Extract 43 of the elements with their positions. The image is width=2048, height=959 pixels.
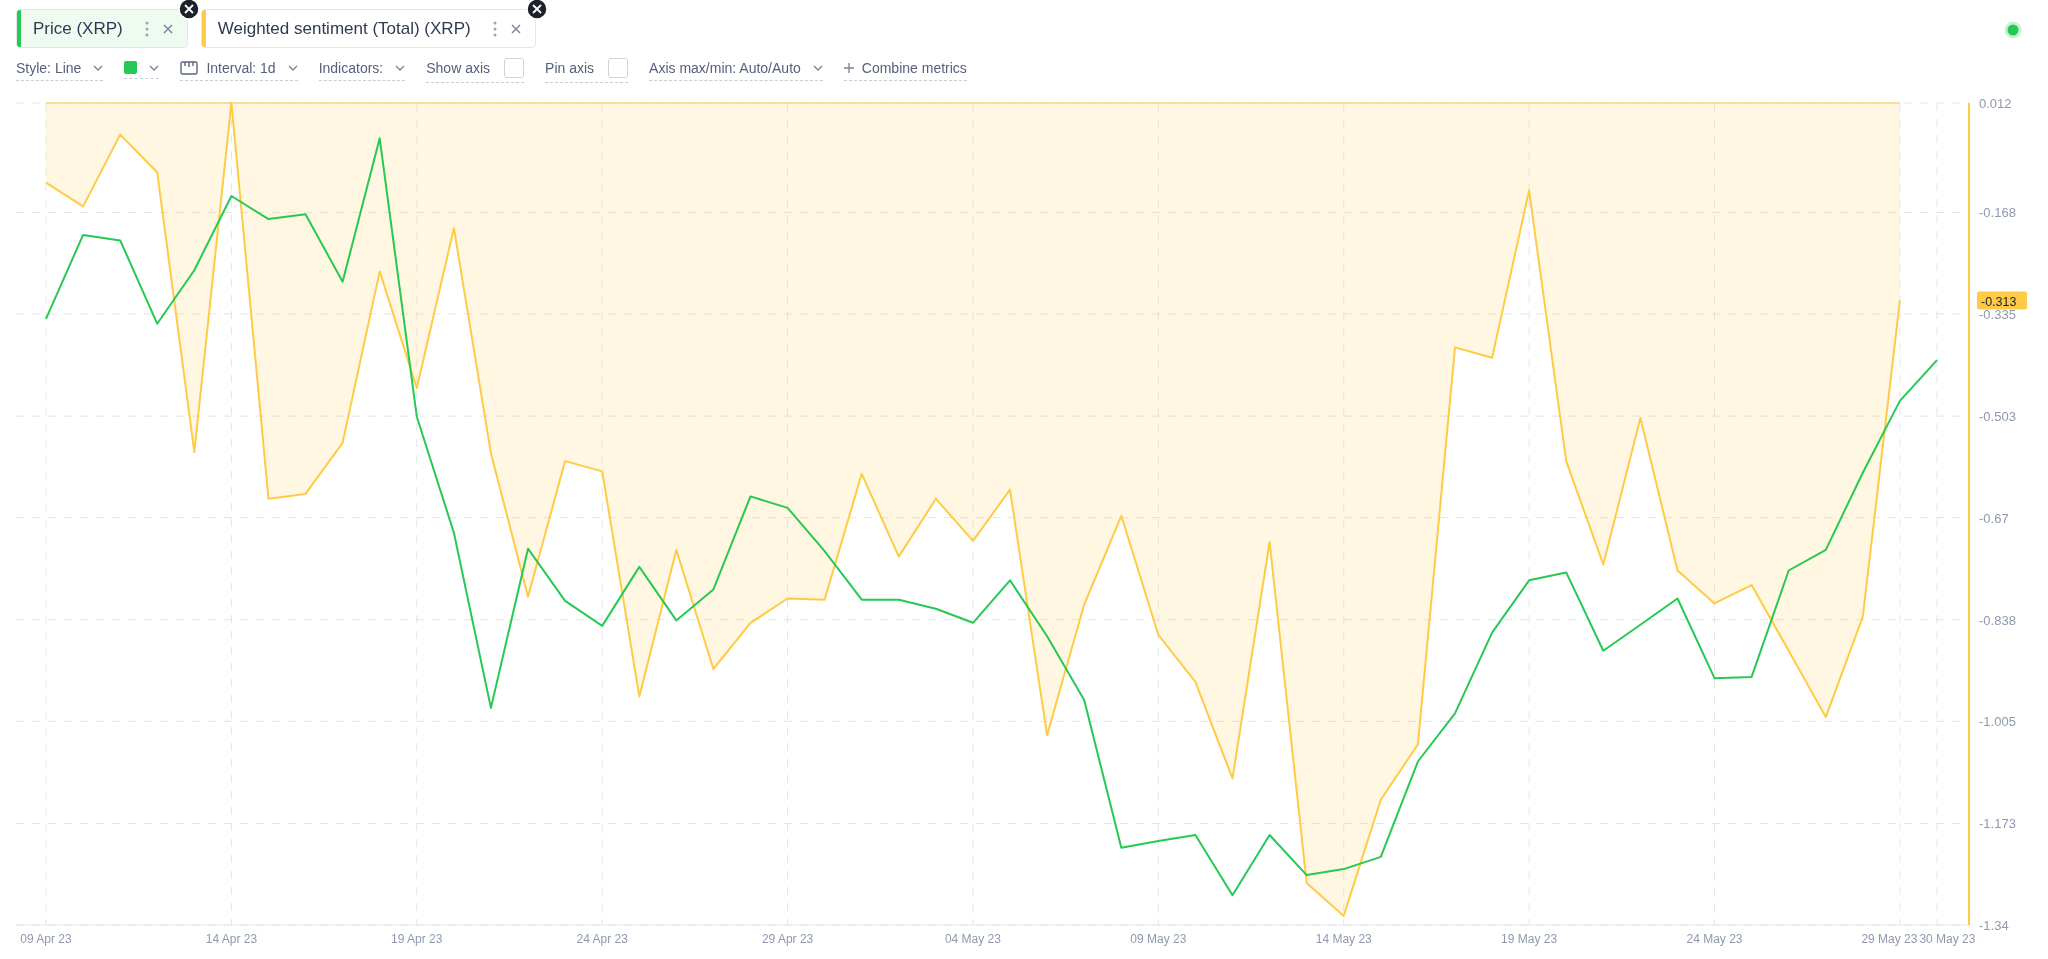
axis-label: 24 Apr 23 bbox=[576, 932, 628, 946]
dropdown[interactable]: Axis max/min: Auto/Auto bbox=[649, 55, 823, 81]
metric-tab[interactable]: Price (XRP) bbox=[16, 9, 188, 48]
axis-label: 29 Apr 23 bbox=[761, 932, 814, 946]
plus-icon bbox=[843, 62, 854, 73]
axis-label: 0.012 bbox=[1979, 96, 2012, 111]
caret-icon bbox=[149, 64, 160, 71]
axis-label: 09 May 23 bbox=[1130, 932, 1187, 946]
checkbox-toggle[interactable]: Pin axis bbox=[545, 53, 629, 83]
axis-label: 29 May 23 bbox=[1861, 932, 1918, 946]
remove-icon[interactable] bbox=[525, 0, 548, 20]
axis-label: -0.838 bbox=[1979, 612, 2016, 628]
axis-label: 19 May 23 bbox=[1501, 932, 1558, 946]
axis-label: -1.005 bbox=[1979, 714, 2016, 730]
axis-label: -1.173 bbox=[1979, 816, 2016, 832]
close-icon[interactable] bbox=[162, 23, 173, 34]
checkbox-toggle[interactable]: Show axis bbox=[426, 53, 525, 83]
remove-icon[interactable] bbox=[177, 0, 200, 20]
interval-dropdown[interactable]: Interval: 1d bbox=[180, 55, 298, 81]
axis-label: -0.503 bbox=[1979, 409, 2016, 425]
axis-label: 14 Apr 23 bbox=[205, 932, 258, 946]
more-icon[interactable] bbox=[492, 20, 497, 37]
metric-tab[interactable]: Weighted sentiment (Total) (XRP) bbox=[200, 9, 536, 48]
ruler-icon bbox=[180, 60, 199, 75]
axis-label: 14 May 23 bbox=[1315, 932, 1372, 946]
value-badge: -0.313 bbox=[1977, 291, 2027, 310]
axis-label: 24 May 23 bbox=[1686, 932, 1743, 946]
caret-icon bbox=[395, 64, 406, 71]
axis-label: -1.34 bbox=[1979, 918, 2009, 933]
more-icon[interactable] bbox=[144, 20, 149, 37]
axis-label: 19 Apr 23 bbox=[391, 932, 443, 946]
axis-label: 04 May 23 bbox=[944, 932, 1001, 946]
dropdown[interactable]: Indicators: bbox=[318, 55, 406, 81]
combine-button[interactable]: Combine metrics bbox=[843, 55, 967, 81]
caret-icon bbox=[812, 64, 823, 71]
axis-label: 30 May 23 bbox=[1919, 932, 1976, 946]
axis-label: -0.67 bbox=[1979, 510, 2009, 526]
axis-label: 09 Apr 23 bbox=[20, 932, 72, 946]
caret-icon bbox=[93, 64, 104, 71]
caret-icon bbox=[287, 64, 298, 71]
dropdown[interactable]: Style: Line bbox=[16, 55, 104, 81]
close-icon[interactable] bbox=[510, 23, 521, 34]
axis-label: -0.168 bbox=[1979, 205, 2016, 221]
